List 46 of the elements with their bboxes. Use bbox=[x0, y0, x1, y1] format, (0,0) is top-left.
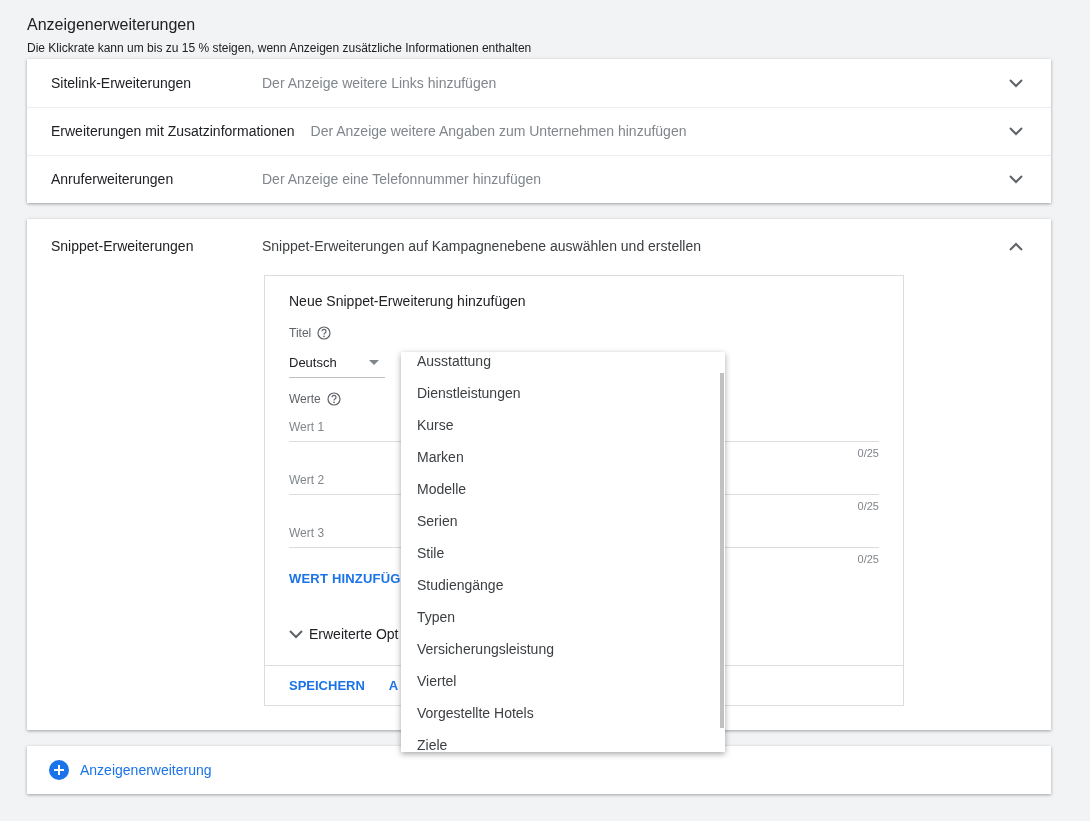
dropdown-arrow-icon bbox=[369, 360, 379, 365]
character-counter: 0/25 bbox=[857, 446, 879, 460]
add-value-link[interactable]: WERT HINZUFÜG bbox=[289, 569, 401, 589]
dropdown-option[interactable]: Vorgestellte Hotels bbox=[401, 697, 725, 729]
help-icon[interactable] bbox=[326, 392, 341, 406]
extension-row[interactable]: Anruferweiterungen Der Anzeige eine Telefonnummer hinzufügen bbox=[27, 155, 1051, 203]
extension-name: Anruferweiterungen bbox=[51, 170, 175, 189]
expand-icon[interactable] bbox=[1009, 175, 1023, 184]
dropdown-option[interactable]: Serien bbox=[401, 505, 725, 537]
extension-row[interactable]: Erweiterungen mit Zusatzinformationen Der Anzeige weitere Angaben zum Unternehmen hinzufügen bbox=[27, 107, 1051, 155]
advanced-options-toggle[interactable]: Erweiterte Opt bbox=[289, 624, 399, 645]
save-button[interactable]: SPEICHERN bbox=[289, 675, 365, 696]
dropdown-option[interactable]: Stile bbox=[401, 537, 725, 569]
extension-row[interactable]: Sitelink-Erweiterungen Der Anzeige weitere Links hinzufügen bbox=[27, 59, 1051, 107]
dropdown-option[interactable]: Kurse bbox=[401, 409, 725, 441]
help-icon[interactable] bbox=[317, 326, 332, 340]
language-select[interactable]: Deutsch bbox=[289, 348, 385, 378]
expand-icon[interactable] bbox=[1009, 78, 1023, 88]
dropdown-option[interactable]: Typen bbox=[401, 601, 725, 633]
scrollbar[interactable] bbox=[720, 373, 724, 728]
section-subtitle: Die Klickrate kann um bis zu 15 % steigen, wenn Anzeigen zusätzliche Informationen enthalten bbox=[27, 40, 533, 56]
expand-icon[interactable] bbox=[1009, 127, 1023, 136]
dropdown-option[interactable]: Dienstleistungen bbox=[401, 377, 725, 409]
dropdown-option[interactable]: Modelle bbox=[401, 473, 725, 505]
character-counter: 0/25 bbox=[857, 552, 879, 566]
extension-name: Erweiterungen mit Zusatzinformationen bbox=[51, 122, 296, 141]
dropdown-option[interactable]: Viertel bbox=[401, 665, 725, 697]
extension-name: Snippet-Erweiterungen bbox=[51, 236, 195, 256]
dropdown-option[interactable]: Ausstattung bbox=[401, 352, 725, 377]
dropdown-option[interactable]: Studiengänge bbox=[401, 569, 725, 601]
form-title: Neue Snippet-Erweiterung hinzufügen bbox=[289, 292, 527, 310]
character-counter: 0/25 bbox=[857, 499, 879, 513]
plus-icon bbox=[49, 760, 69, 780]
extension-description: Der Anzeige weitere Links hinzufügen bbox=[262, 73, 498, 93]
dropdown-option[interactable]: Versicherungsleistung bbox=[401, 633, 725, 665]
section-title: Anzeigenerweiterungen bbox=[27, 15, 197, 35]
cancel-button[interactable]: A bbox=[388, 675, 399, 696]
field-label: Titel bbox=[289, 325, 312, 342]
extension-description: Der Anzeige eine Telefonnummer hinzufügen bbox=[262, 170, 543, 189]
expand-icon[interactable] bbox=[289, 630, 303, 639]
extension-name: Sitelink-Erweiterungen bbox=[51, 73, 193, 93]
dropdown-option[interactable]: Marken bbox=[401, 441, 725, 473]
extension-description: Der Anzeige weitere Angaben zum Unternehmen hinzufügen bbox=[310, 122, 688, 141]
extension-description: Snippet-Erweiterungen auf Kampagnenebene auswählen und erstellen bbox=[262, 236, 702, 256]
collapse-icon[interactable] bbox=[1009, 241, 1023, 251]
field-label: Werte bbox=[289, 391, 321, 408]
